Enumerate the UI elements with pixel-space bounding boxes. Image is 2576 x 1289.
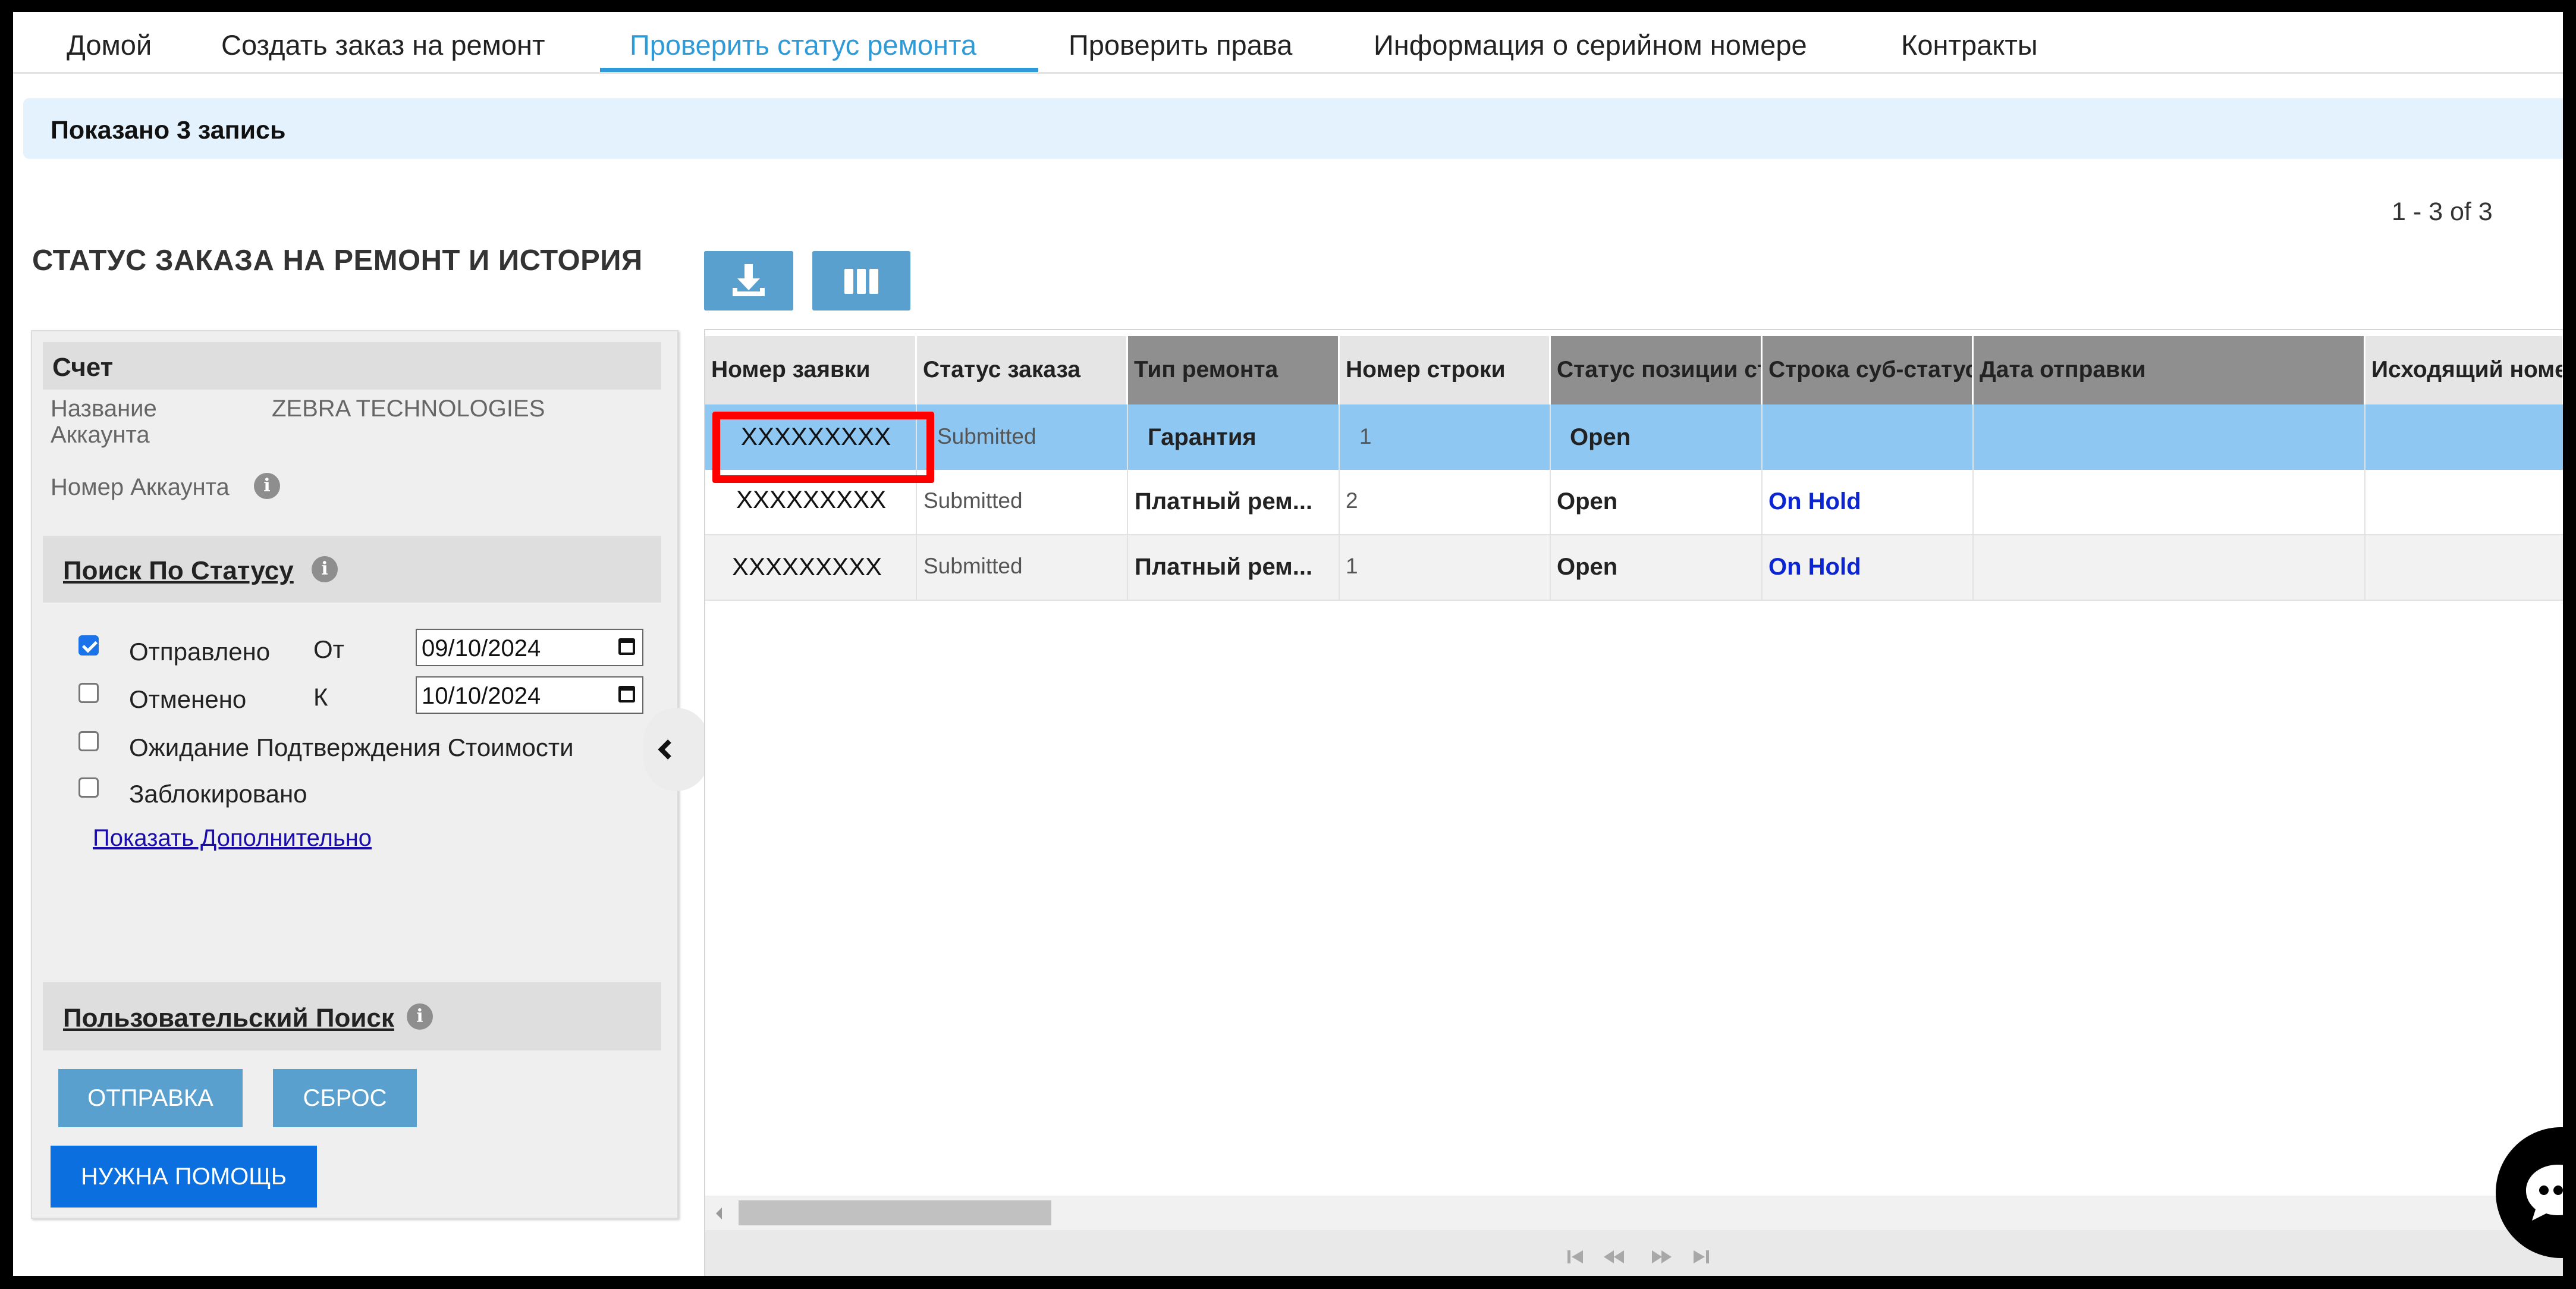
submit-button[interactable]: ОТПРАВКА [58,1069,243,1127]
grid-pagination-footer [705,1230,2563,1276]
account-name-value: ZEBRA TECHNOLOGIES [272,396,545,422]
checkbox-cancelled-label: Отменено [129,685,247,713]
column-divider [1339,404,1340,601]
reset-button[interactable]: СБРОС [273,1069,417,1127]
to-date-value: 10/10/2024 [422,683,541,709]
column-divider [1127,404,1128,601]
checkbox-awaiting-approval[interactable] [78,731,99,751]
sub-status-cell: On Hold [1768,554,1861,580]
records-count-text: Показано 3 запись [51,116,286,145]
checkbox-blocked-label: Заблокировано [129,780,307,808]
columns-button[interactable] [812,251,910,311]
nav-tab-check-entitlement[interactable]: Проверить права [1069,19,1292,72]
checkbox-blocked[interactable] [78,777,99,798]
horizontal-scrollbar[interactable] [705,1196,2563,1230]
calendar-icon[interactable] [618,638,635,655]
order-status-cell: Submitted [937,424,1036,449]
app-frame: Домой Создать заказ на ремонт Проверить … [13,12,2563,1276]
column-header-sub-status[interactable]: Строка суб-статуса [1763,336,1974,404]
order-status-cell: Submitted [923,488,1023,513]
nav-tab-check-status[interactable]: Проверить статус ремонта [600,19,1038,72]
status-search-title[interactable]: Поиск По Статусу [63,556,294,586]
download-button[interactable] [704,251,793,311]
calendar-icon[interactable] [618,686,635,702]
column-header-repair-type[interactable]: Тип ремонта [1128,336,1340,404]
order-status-cell: Submitted [923,554,1023,578]
sub-status-cell: On Hold [1768,488,1861,515]
custom-search-header: Пользовательский Поиск i [43,982,661,1050]
account-number-label: Номер Аккаунта [51,474,230,500]
nav-tab-serial-info[interactable]: Информация о серийном номере [1374,19,1807,72]
nav-tab-create-repair[interactable]: Создать заказ на ремонт [221,19,545,72]
item-status-cell: Open [1570,424,1631,450]
line-number-cell: 2 [1346,488,1358,513]
chat-icon [2526,1165,2563,1221]
scroll-left-arrow-icon[interactable] [714,1206,725,1221]
page-title: СТАТУС ЗАКАЗА НА РЕМОНТ И ИСТОРИЯ [32,244,643,277]
account-section-header: Счет [43,342,661,390]
status-search-header: Поиск По Статусу i [43,536,661,603]
table-row[interactable]: XXXXXXXXX Submitted Платный рем... 2 Ope… [705,470,2563,535]
ticket-number-cell[interactable]: XXXXXXXXX [732,553,882,581]
account-name-label-line2: Аккаунта [51,422,150,448]
records-info-bar: Показано 3 запись [23,98,2563,159]
repair-orders-grid: Номер заявки Статус заказа Тип ремонта Н… [704,329,2563,1276]
checkbox-submitted[interactable] [78,635,99,656]
collapse-panel-button[interactable] [643,708,709,791]
column-header-outgoing[interactable]: Исходящий номе [2365,336,2563,404]
column-header-ticket[interactable]: Номер заявки [705,336,917,404]
column-header-order-status[interactable]: Статус заказа [917,336,1128,404]
repair-type-cell: Платный рем... [1135,554,1313,580]
from-date-input[interactable]: 09/10/2024 [416,629,643,666]
need-help-button[interactable]: НУЖНА ПОМОЩЬ [51,1146,317,1208]
line-number-cell: 1 [1359,424,1372,449]
download-icon [733,264,765,296]
columns-icon [844,269,878,294]
first-page-icon [1567,1250,1570,1263]
scrollbar-thumb[interactable] [739,1200,1051,1225]
column-header-ship-date[interactable]: Дата отправки [1974,336,2365,404]
custom-search-title[interactable]: Пользовательский Поиск [63,1003,394,1033]
repair-type-cell: Гарантия [1148,424,1256,450]
column-divider [1761,404,1763,601]
to-label: К [313,683,328,711]
ticket-highlight-box [712,412,934,483]
status-search-info-icon[interactable]: i [312,556,338,582]
pagination-controls [1567,1250,1709,1263]
column-divider [2364,404,2365,601]
nav-tab-home[interactable]: Домой [67,19,152,72]
nav-tab-contracts[interactable]: Контракты [1901,19,2038,72]
custom-search-info-icon[interactable]: i [407,1003,433,1030]
item-status-cell: Open [1557,488,1618,515]
top-nav: Домой Создать заказ на ремонт Проверить … [13,12,2563,74]
account-number-info-icon[interactable]: i [254,473,280,499]
checkbox-submitted-label: Отправлено [129,638,271,666]
account-name-label-line1: Название [51,396,157,422]
pager-summary: 1 - 3 of 3 [2392,197,2493,226]
chevron-left-icon [658,739,671,760]
ticket-number-cell[interactable]: XXXXXXXXX [736,485,886,514]
checkbox-cancelled[interactable] [78,683,99,703]
checkbox-awaiting-approval-label: Ожидание Подтверждения Стоимости [129,733,574,761]
repair-type-cell: Платный рем... [1135,488,1313,515]
column-header-item-status[interactable]: Статус позиции ст [1551,336,1763,404]
table-row[interactable]: XXXXXXXXX Submitted Гарантия 1 Open [705,404,2563,470]
show-more-link[interactable]: Показать Дополнительно [93,825,372,852]
item-status-cell: Open [1557,554,1618,580]
line-number-cell: 1 [1346,554,1358,578]
account-header: Счет [52,353,114,382]
from-date-value: 09/10/2024 [422,635,541,661]
from-label: От [313,635,344,663]
filter-panel: Счет Название Аккаунта ZEBRA TECHNOLOGIE… [31,330,678,1219]
table-row[interactable]: XXXXXXXXX Submitted Платный рем... 1 Ope… [705,535,2563,601]
to-date-input[interactable]: 10/10/2024 [416,676,643,714]
column-divider [1550,404,1551,601]
column-divider [1972,404,1974,601]
column-header-line-number[interactable]: Номер строки [1340,336,1551,404]
